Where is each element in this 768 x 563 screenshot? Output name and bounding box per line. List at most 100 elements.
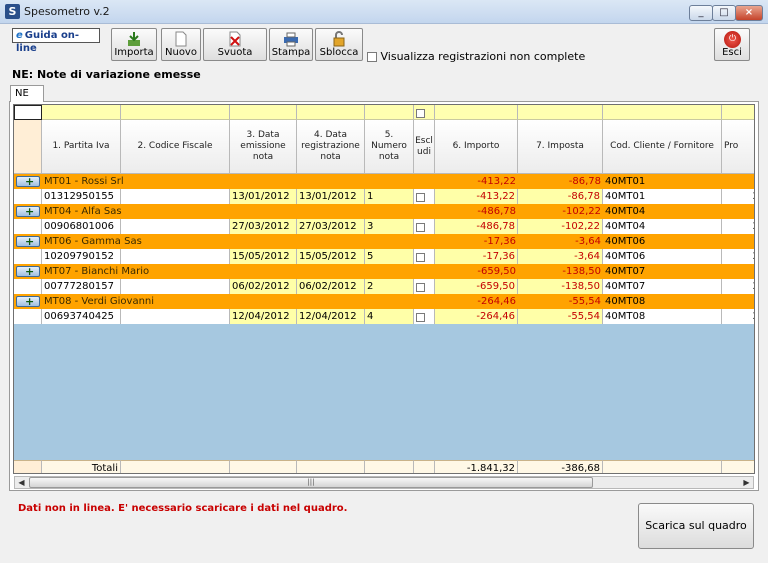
column-header-pro[interactable]: Pro — [722, 120, 754, 174]
column-header-numero-nota[interactable]: 5. Numero nota — [365, 120, 414, 174]
cell-pro[interactable]: 2 — [722, 249, 754, 264]
column-header-partita-iva[interactable]: 1. Partita Iva — [42, 120, 121, 174]
filter-cell[interactable] — [603, 105, 722, 120]
group-row[interactable]: MT01 - Rossi Srl -413,22 -86,78 40MT01 — [14, 174, 754, 189]
table-row[interactable]: 00693740425 12/04/2012 12/04/2012 4 -264,46-… — [14, 309, 754, 324]
cell-numero-nota[interactable]: 1 — [365, 189, 414, 204]
table-row[interactable]: 10209790152 15/05/2012 15/05/2012 5 -17,36 -3… — [14, 249, 754, 264]
cell-imposta[interactable]: -86,78 — [518, 189, 603, 204]
cell-codice-cliente[interactable]: 40MT07 — [603, 279, 722, 294]
column-header-importo[interactable]: 6. Importo — [435, 120, 518, 174]
expand-toggle[interactable] — [14, 264, 42, 279]
cell-escludi[interactable] — [414, 249, 435, 264]
cell-data-emissione[interactable]: 15/05/2012 — [230, 249, 297, 264]
cell-partita-iva[interactable]: 01312950155 — [42, 189, 121, 204]
cell-numero-nota[interactable]: 5 — [365, 249, 414, 264]
cell-partita-iva[interactable]: 00777280157 — [42, 279, 121, 294]
escludi-checkbox[interactable] — [416, 252, 425, 262]
table-row[interactable]: 01312950155 13/01/2012 13/01/2012 1 -413,22-… — [14, 189, 754, 204]
cell-codice-fiscale[interactable] — [121, 309, 230, 324]
data-grid[interactable]: 1. Partita Iva 2. Codice Fiscale 3. Data… — [13, 104, 755, 474]
show-incomplete-option[interactable]: Visualizza registrazioni non complete — [367, 50, 585, 63]
filter-cell[interactable] — [365, 105, 414, 120]
scroll-left-arrow[interactable]: ◀ — [15, 477, 28, 488]
cell-data-registrazione[interactable]: 15/05/2012 — [297, 249, 365, 264]
table-row[interactable]: 00777280157 06/02/2012 06/02/2012 2 -659,50-… — [14, 279, 754, 294]
importa-button[interactable]: Importa — [111, 28, 157, 61]
group-row[interactable]: MT08 - Verdi Giovanni -264,46 -55,54 40MT08 — [14, 294, 754, 309]
cell-partita-iva[interactable]: 00906801006 — [42, 219, 121, 234]
nuovo-button[interactable]: Nuovo — [161, 28, 201, 61]
row-selector[interactable] — [14, 309, 42, 324]
escludi-checkbox[interactable] — [416, 222, 425, 232]
cell-data-registrazione[interactable]: 12/04/2012 — [297, 309, 365, 324]
column-header-codice-fiscale[interactable]: 2. Codice Fiscale — [121, 120, 230, 174]
sblocca-button[interactable]: Sblocca — [315, 28, 363, 61]
cell-codice-fiscale[interactable] — [121, 249, 230, 264]
cell-codice-cliente[interactable]: 40MT08 — [603, 309, 722, 324]
cell-escludi[interactable] — [414, 279, 435, 294]
filter-cell[interactable] — [121, 105, 230, 120]
esci-button[interactable]: ⏻ Esci — [714, 28, 750, 61]
expand-icon[interactable] — [16, 294, 40, 309]
filter-cell[interactable] — [414, 105, 435, 120]
expand-toggle[interactable] — [14, 204, 42, 219]
cell-codice-cliente[interactable]: 40MT06 — [603, 249, 722, 264]
filter-cell[interactable] — [722, 105, 754, 120]
column-header-escludi[interactable]: Escl udi — [414, 120, 435, 174]
cell-imposta[interactable]: -55,54 — [518, 309, 603, 324]
filter-cell-selected[interactable] — [14, 105, 42, 120]
cell-data-emissione[interactable]: 27/03/2012 — [230, 219, 297, 234]
expand-icon[interactable] — [16, 204, 40, 219]
scroll-right-arrow[interactable]: ▶ — [740, 477, 753, 488]
escludi-checkbox[interactable] — [416, 312, 425, 322]
table-row[interactable]: 00906801006 27/03/2012 27/03/2012 3 -486,78-… — [14, 219, 754, 234]
column-header-imposta[interactable]: 7. Imposta — [518, 120, 603, 174]
cell-codice-cliente[interactable]: 40MT04 — [603, 219, 722, 234]
cell-partita-iva[interactable]: 00693740425 — [42, 309, 121, 324]
cell-importo[interactable]: -486,78 — [435, 219, 518, 234]
row-selector[interactable] — [14, 279, 42, 294]
cell-escludi[interactable] — [414, 309, 435, 324]
cell-codice-cliente[interactable]: 40MT01 — [603, 189, 722, 204]
cell-importo[interactable]: -264,46 — [435, 309, 518, 324]
expand-toggle[interactable] — [14, 174, 42, 189]
cell-pro[interactable]: 2 — [722, 279, 754, 294]
group-row[interactable]: MT06 - Gamma Sas -17,36 -3,64 40MT06 — [14, 234, 754, 249]
stampa-button[interactable]: Stampa — [269, 28, 313, 61]
cell-pro[interactable]: 2 — [722, 309, 754, 324]
horizontal-scrollbar[interactable]: ◀ ||| ▶ — [14, 476, 754, 489]
escludi-checkbox[interactable] — [416, 192, 425, 202]
cell-importo[interactable]: -659,50 — [435, 279, 518, 294]
show-incomplete-checkbox[interactable] — [367, 52, 377, 62]
cell-codice-fiscale[interactable] — [121, 279, 230, 294]
escludi-checkbox[interactable] — [416, 282, 425, 292]
column-header-codice-cliente[interactable]: Cod. Cliente / Fornitore — [603, 120, 722, 174]
cell-codice-fiscale[interactable] — [121, 219, 230, 234]
guida-online-button[interactable]: e Guida on-line — [12, 28, 100, 54]
cell-data-registrazione[interactable]: 27/03/2012 — [297, 219, 365, 234]
filter-cell[interactable] — [435, 105, 518, 120]
expand-icon[interactable] — [16, 174, 40, 189]
cell-escludi[interactable] — [414, 219, 435, 234]
cell-data-emissione[interactable]: 12/04/2012 — [230, 309, 297, 324]
cell-numero-nota[interactable]: 2 — [365, 279, 414, 294]
cell-data-registrazione[interactable]: 06/02/2012 — [297, 279, 365, 294]
scroll-thumb[interactable]: ||| — [29, 477, 593, 488]
cell-importo[interactable]: -413,22 — [435, 189, 518, 204]
row-selector[interactable] — [14, 219, 42, 234]
tab-ne[interactable]: NE — [10, 85, 44, 102]
cell-partita-iva[interactable]: 10209790152 — [42, 249, 121, 264]
expand-icon[interactable] — [16, 264, 40, 279]
cell-data-registrazione[interactable]: 13/01/2012 — [297, 189, 365, 204]
cell-escludi[interactable] — [414, 189, 435, 204]
filter-cell[interactable] — [518, 105, 603, 120]
cell-imposta[interactable]: -138,50 — [518, 279, 603, 294]
cell-data-emissione[interactable]: 06/02/2012 — [230, 279, 297, 294]
close-window-button[interactable]: × — [735, 5, 763, 21]
scarica-button[interactable]: Scarica sul quadro — [638, 503, 754, 549]
cell-imposta[interactable]: -3,64 — [518, 249, 603, 264]
cell-pro[interactable]: 2 — [722, 189, 754, 204]
expand-toggle[interactable] — [14, 294, 42, 309]
group-row[interactable]: MT04 - Alfa Sas -486,78 -102,22 40MT04 — [14, 204, 754, 219]
